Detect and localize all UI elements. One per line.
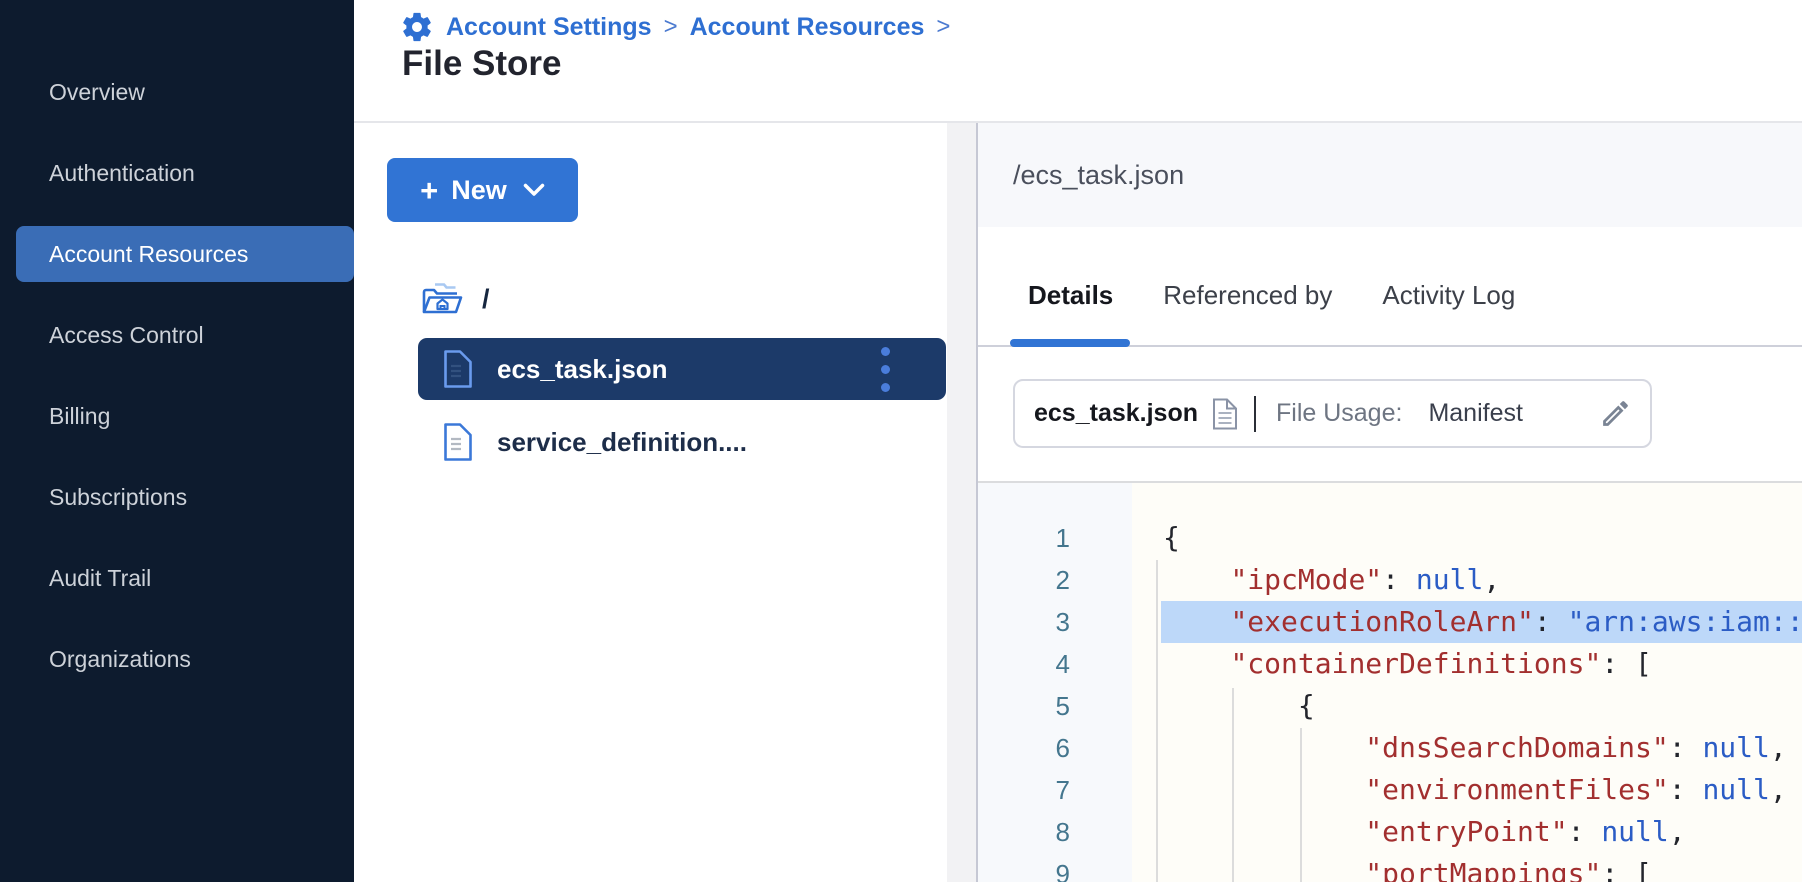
file-name: ecs_task.json: [1034, 399, 1198, 428]
file-row-service-definition[interactable]: service_definition....: [443, 414, 943, 470]
file-icon: [443, 350, 473, 388]
root-folder-row[interactable]: /: [420, 281, 490, 317]
line-number: 2: [1056, 559, 1070, 601]
sidebar-item-overview[interactable]: Overview: [0, 64, 354, 120]
sidebar-item-audit-trail[interactable]: Audit Trail: [0, 550, 354, 606]
breadcrumb-separator: >: [936, 13, 950, 41]
file-row-ecs-task-json[interactable]: ecs_task.json: [418, 338, 946, 400]
file-tree-panel: + New / ecs_task.json service_definition.…: [354, 123, 947, 882]
indent-guide: [1300, 728, 1302, 882]
document-icon: [1212, 398, 1238, 430]
file-path-bar: /ecs_task.json: [978, 123, 1802, 227]
sidebar-item-account-resources[interactable]: Account Resources: [16, 226, 354, 282]
new-file-button[interactable]: + New: [387, 158, 578, 222]
code-line: "entryPoint": null,: [1163, 811, 1686, 853]
tab-referenced-by[interactable]: Referenced by: [1163, 280, 1332, 311]
file-info-box: ecs_task.json File Usage: Manifest: [1013, 379, 1652, 448]
file-store-page: OverviewAuthenticationAccount ResourcesA…: [0, 0, 1802, 882]
code-line: {: [1163, 685, 1315, 727]
code-line: "ipcMode": null,: [1163, 559, 1500, 601]
settings-sidebar: Overview Authentication Account Resources A…: [0, 0, 354, 882]
gear-icon: [400, 10, 434, 44]
sidebar-item-access-control[interactable]: Access Control: [0, 307, 354, 363]
line-number: 6: [1056, 727, 1070, 769]
code-line: {: [1163, 517, 1180, 559]
indent-guide: [1156, 560, 1158, 882]
divider: [1254, 396, 1256, 432]
page-header: Account Settings > Account Resources > File…: [354, 0, 1802, 123]
file-row-label: service_definition....: [497, 427, 747, 458]
line-number: 9: [1056, 853, 1070, 882]
breadcrumb-link-account-resources[interactable]: Account Resources: [690, 13, 925, 42]
sidebar-item-organizations[interactable]: Organizations: [0, 631, 354, 687]
panel-scrollbar[interactable]: [947, 123, 978, 882]
sidebar-item-billing[interactable]: Billing: [0, 388, 354, 444]
kebab-menu-icon[interactable]: [877, 343, 894, 396]
file-path: /ecs_task.json: [1013, 160, 1184, 191]
file-row-label: ecs_task.json: [497, 354, 668, 385]
chevron-down-icon: [523, 183, 545, 197]
sidebar-item-subscriptions[interactable]: Subscriptions: [0, 469, 354, 525]
line-number-gutter: 123456789: [978, 483, 1132, 882]
code-line: "executionRoleArn": "arn:aws:iam::: [1163, 601, 1802, 643]
code-line: "containerDefinitions": [: [1163, 643, 1652, 685]
plus-icon: +: [420, 175, 438, 206]
breadcrumb: Account Settings > Account Resources >: [400, 10, 950, 44]
line-number: 3: [1056, 601, 1070, 643]
code-editor[interactable]: 123456789 { "ipcMode": null, "executionR…: [978, 483, 1802, 882]
code-line: "dnsSearchDomains": null,: [1163, 727, 1787, 769]
sidebar-nav: Overview Authentication Account Resources A…: [0, 64, 354, 712]
file-usage-value: Manifest: [1428, 399, 1522, 428]
file-usage-label: File Usage:: [1276, 399, 1402, 428]
home-folder-icon: [420, 281, 464, 317]
file-details-panel: /ecs_task.json Details Referenced by Activ…: [978, 123, 1802, 882]
line-number: 7: [1056, 769, 1070, 811]
edit-pencil-icon[interactable]: [1599, 397, 1632, 430]
tab-details[interactable]: Details: [1028, 280, 1113, 311]
line-number: 1: [1056, 517, 1070, 559]
indent-guide: [1232, 688, 1234, 882]
code-line: "portMappings": [: [1163, 853, 1652, 882]
line-number: 4: [1056, 643, 1070, 685]
file-icon: [443, 423, 473, 461]
breadcrumb-link-account-settings[interactable]: Account Settings: [446, 13, 652, 42]
details-tabs: Details Referenced by Activity Log: [978, 227, 1802, 347]
tab-activity-log[interactable]: Activity Log: [1382, 280, 1515, 311]
code-line: "environmentFiles": null,: [1163, 769, 1787, 811]
new-button-label: New: [451, 175, 507, 206]
breadcrumb-separator: >: [664, 13, 678, 41]
page-title: File Store: [402, 44, 561, 84]
line-number: 8: [1056, 811, 1070, 853]
sidebar-item-authentication[interactable]: Authentication: [0, 145, 354, 201]
line-number: 5: [1056, 685, 1070, 727]
root-folder-label: /: [482, 284, 490, 315]
